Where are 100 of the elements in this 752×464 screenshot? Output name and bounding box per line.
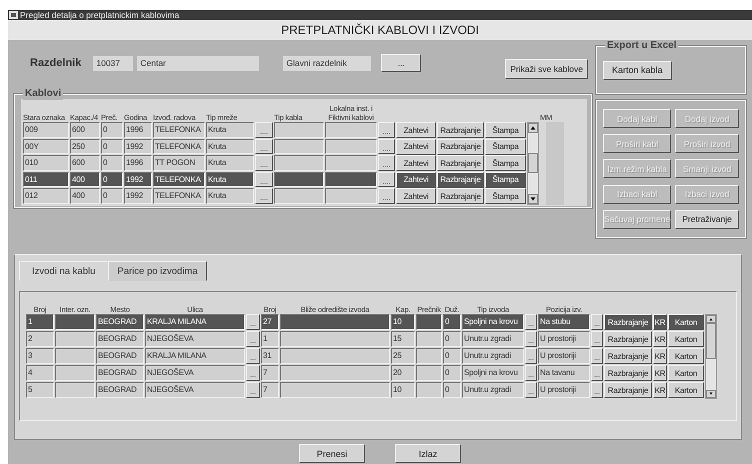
row-button[interactable]: KR bbox=[653, 382, 667, 398]
table-cell: 1992 bbox=[124, 138, 152, 154]
row-button[interactable]: Zahtevi bbox=[396, 155, 436, 171]
row-button[interactable]: KR bbox=[653, 331, 667, 347]
row-button[interactable]: Štampa bbox=[485, 122, 526, 138]
row-button[interactable]: Karton bbox=[668, 348, 704, 364]
code-field[interactable]: 10037 bbox=[93, 56, 134, 70]
row-button[interactable]: Razbrajanje bbox=[437, 155, 484, 171]
table-cell bbox=[325, 155, 377, 170]
table-cell: BEOGRAD bbox=[96, 365, 144, 380]
table-cell: 600 bbox=[70, 122, 100, 138]
row-button[interactable]: Razbrajanje bbox=[604, 331, 652, 347]
table-cell: 0 bbox=[101, 138, 123, 154]
row-button[interactable]: Štampa bbox=[485, 138, 526, 154]
table-cell: 0 bbox=[443, 382, 461, 398]
dialog-button[interactable]: Izlaz bbox=[395, 444, 461, 463]
scroll-thumb[interactable] bbox=[528, 153, 538, 174]
row-button[interactable]: Razbrajanje bbox=[604, 365, 652, 381]
table-cell: 5 bbox=[26, 382, 54, 398]
scroll-up-icon[interactable] bbox=[706, 315, 716, 323]
window-title: Pregled detalja o pretplatnickim kablovima bbox=[20, 10, 180, 20]
row-button[interactable]: Štampa bbox=[485, 172, 526, 188]
table-cell bbox=[416, 331, 442, 346]
razdelnik-label: Razdelnik bbox=[30, 57, 82, 69]
table-cell: 7 bbox=[261, 382, 279, 398]
table-cell: Kruta bbox=[206, 172, 254, 187]
table-cell: 011 bbox=[23, 172, 69, 187]
tab[interactable]: Parice po izvodima bbox=[108, 261, 207, 281]
row-button[interactable]: Razbrajanje bbox=[437, 188, 484, 204]
row-button[interactable]: Zahtevi bbox=[396, 138, 436, 154]
table-cell: U prostoriji bbox=[538, 331, 590, 346]
table-cell: 1 bbox=[26, 314, 54, 330]
table-cell: NJEGOŠEVA bbox=[145, 382, 245, 398]
table-cell bbox=[55, 382, 95, 398]
row-button[interactable]: Štampa bbox=[485, 188, 526, 204]
row-button[interactable]: KR bbox=[653, 314, 667, 330]
table-cell: BEOGRAD bbox=[96, 382, 144, 398]
table-cell: 2 bbox=[26, 331, 54, 346]
row-button[interactable]: Štampa bbox=[485, 155, 526, 171]
scroll-thumb[interactable] bbox=[706, 323, 716, 359]
table-cell: Na stubu bbox=[538, 314, 590, 330]
scroll-down-icon[interactable] bbox=[528, 194, 538, 204]
table-cell: 4 bbox=[26, 365, 54, 380]
action-button[interactable]: Pretraživanje bbox=[675, 210, 739, 229]
row-button[interactable]: Zahtevi bbox=[396, 172, 436, 188]
lookup-button[interactable]: ... bbox=[381, 54, 422, 72]
table-cell bbox=[416, 382, 442, 398]
table-cell: 0 bbox=[443, 314, 461, 330]
table-cell: Unutr.u zgradi bbox=[462, 382, 524, 398]
name-field[interactable]: Centar bbox=[137, 56, 260, 70]
table-cell: KRALJA MILANA bbox=[145, 314, 245, 330]
tab[interactable]: Izvodi na kablu bbox=[19, 261, 108, 281]
table-cell bbox=[416, 314, 442, 330]
row-button[interactable]: Karton bbox=[668, 382, 704, 398]
table-cell: 7 bbox=[261, 365, 279, 380]
table-cell bbox=[55, 314, 95, 330]
row-button[interactable]: Karton bbox=[668, 314, 704, 330]
row-button[interactable]: Zahtevi bbox=[396, 188, 436, 204]
form-title: PRETPLATNIČKI KABLOVI I IZVODI bbox=[281, 23, 479, 37]
dialog-button[interactable]: Prenesi bbox=[299, 444, 365, 463]
table-cell: 600 bbox=[70, 155, 100, 170]
table-cell: Spoljni na krovu bbox=[462, 314, 524, 330]
table-cell: Kruta bbox=[206, 155, 254, 170]
table-cell: Spoljni na krovu bbox=[462, 365, 524, 380]
table-cell: 1996 bbox=[124, 155, 152, 170]
table-cell: Kruta bbox=[206, 188, 254, 204]
table-cell: 1 bbox=[261, 331, 279, 346]
table-cell: 0 bbox=[101, 155, 123, 170]
row-button[interactable]: Razbrajanje bbox=[604, 314, 652, 330]
table-cell: TELEFONKA bbox=[153, 138, 205, 154]
table-cell bbox=[274, 155, 324, 170]
scroll-down-icon[interactable] bbox=[706, 390, 716, 398]
row-button[interactable]: Zahtevi bbox=[396, 122, 436, 138]
table-cell: 0 bbox=[101, 172, 123, 187]
row-button[interactable]: Razbrajanje bbox=[604, 382, 652, 398]
type-field[interactable]: Glavni razdelnik bbox=[283, 56, 372, 70]
table-cell: 0 bbox=[443, 348, 461, 364]
table-cell: 10 bbox=[391, 382, 415, 398]
table-cell: TT POGON bbox=[153, 155, 205, 170]
table-cell: NJEGOŠEVA bbox=[145, 331, 245, 346]
row-button[interactable]: Karton bbox=[668, 365, 704, 381]
table-cell: 1992 bbox=[124, 188, 152, 204]
row-button[interactable]: Karton bbox=[668, 331, 704, 347]
table-cell bbox=[416, 348, 442, 364]
export-button[interactable]: Karton kabla bbox=[603, 60, 672, 80]
row-button[interactable]: Razbrajanje bbox=[437, 122, 484, 138]
row-button[interactable]: Razbrajanje bbox=[604, 348, 652, 364]
row-button[interactable]: Razbrajanje bbox=[437, 138, 484, 154]
table-cell: 0 bbox=[101, 122, 123, 138]
table-cell: BEOGRAD bbox=[96, 348, 144, 364]
table-cell bbox=[416, 365, 442, 380]
scrollbar[interactable] bbox=[705, 314, 717, 399]
scroll-up-icon[interactable] bbox=[528, 123, 538, 133]
table-cell: TELEFONKA bbox=[153, 172, 205, 187]
row-button[interactable]: Razbrajanje bbox=[437, 172, 484, 188]
show-all-button[interactable]: Prikaži sve kablove bbox=[505, 59, 588, 79]
row-button[interactable]: KR bbox=[653, 365, 667, 381]
row-button[interactable]: KR bbox=[653, 348, 667, 364]
table-cell bbox=[55, 348, 95, 364]
scrollbar[interactable] bbox=[527, 122, 539, 204]
